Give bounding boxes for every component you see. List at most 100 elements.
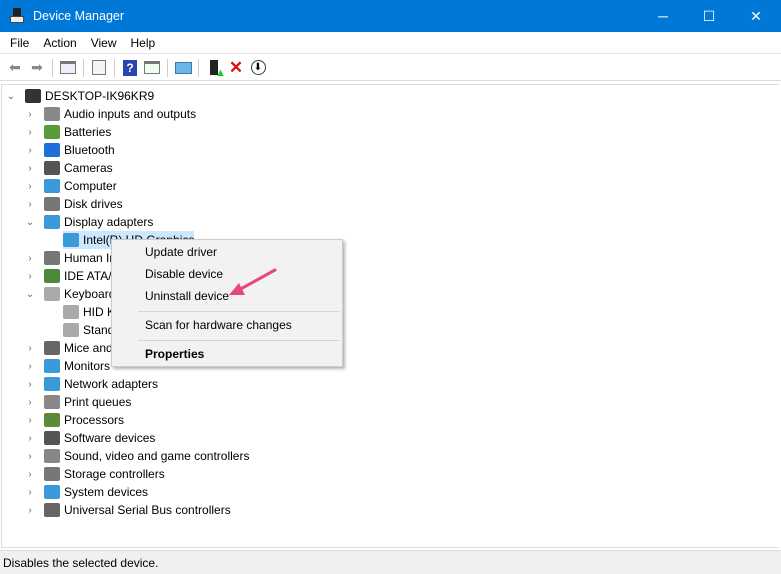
tree-item[interactable]: ⌄ Keyboards [26, 285, 121, 303]
expand-chevron-icon[interactable]: › [24, 163, 36, 174]
tree-item-label: Cameras [64, 161, 113, 175]
uninstall-icon[interactable]: ✕ [225, 58, 247, 78]
tree-item[interactable]: › Sound, video and game controllers [28, 447, 249, 465]
device-category-icon [44, 179, 60, 193]
device-category-icon [44, 197, 60, 211]
expand-chevron-icon[interactable]: › [24, 127, 36, 138]
expand-chevron-icon[interactable]: › [24, 181, 36, 192]
tree-item-label: Processors [64, 413, 125, 427]
expand-chevron-icon[interactable]: › [24, 415, 36, 426]
device-category-icon [44, 485, 60, 499]
expand-chevron-icon[interactable]: › [24, 361, 36, 372]
device-category-icon [44, 143, 60, 157]
device-manager-icon [9, 8, 25, 24]
tree-item-label: Disk drives [64, 197, 123, 211]
tree-item[interactable]: › Storage controllers [28, 465, 165, 483]
window-title: Device Manager [33, 9, 125, 23]
update-driver-icon[interactable]: ▲ [203, 58, 226, 79]
action-pane-icon[interactable] [141, 58, 163, 78]
tree-item[interactable]: › Network adapters [28, 375, 159, 393]
tree-item-label: Network adapters [64, 377, 159, 391]
properties-icon[interactable] [88, 58, 110, 78]
device-category-icon [44, 287, 60, 301]
device-category-icon [44, 449, 60, 463]
device-category-icon [44, 503, 60, 517]
device-category-icon [44, 467, 60, 481]
toolbar: ⬅ ➡ ? ▲ ✕ ⬇ [0, 55, 781, 81]
expand-chevron-icon[interactable]: › [24, 253, 36, 264]
tree-root[interactable]: ⌄ DESKTOP-IK96KR9 [7, 87, 154, 105]
expand-chevron-icon[interactable]: › [24, 397, 36, 408]
expand-chevron-icon[interactable]: › [24, 199, 36, 210]
device-category-icon [44, 161, 60, 175]
menu-item-disable-device[interactable]: Disable device [145, 267, 223, 281]
tree-item-label: Display adapters [64, 215, 154, 229]
forward-icon[interactable]: ➡ [26, 58, 48, 78]
device-category-icon [44, 215, 60, 229]
menu-item-uninstall-device[interactable]: Uninstall device [145, 289, 229, 303]
expand-chevron-icon[interactable]: › [24, 379, 36, 390]
title-bar: Device Manager ─ ☐ ✕ [0, 0, 781, 32]
help-icon[interactable]: ? [119, 58, 141, 78]
tree-item-label: System devices [64, 485, 149, 499]
device-category-icon [44, 107, 60, 121]
tree-item[interactable]: › Software devices [28, 429, 155, 447]
collapse-chevron-icon[interactable]: ⌄ [24, 289, 36, 300]
tree-item[interactable]: › Disk drives [28, 195, 123, 213]
device-category-icon [44, 377, 60, 391]
expand-chevron-icon[interactable]: › [24, 433, 36, 444]
tree-item[interactable]: › Monitors [28, 357, 111, 375]
tree-item[interactable]: › Processors [28, 411, 125, 429]
expand-chevron-icon[interactable]: › [24, 505, 36, 516]
expand-chevron-icon[interactable]: › [24, 469, 36, 480]
tree-item[interactable]: › Batteries [28, 123, 111, 141]
show-hide-console-tree-icon[interactable] [57, 58, 79, 78]
device-category-icon [44, 125, 60, 139]
tree-item[interactable]: › Audio inputs and outputs [28, 105, 196, 123]
expand-chevron-icon[interactable]: › [24, 145, 36, 156]
device-category-icon [44, 251, 60, 265]
device-category-icon [63, 233, 79, 247]
tree-item[interactable]: › Bluetooth [28, 141, 115, 159]
menu-item-scan-hardware[interactable]: Scan for hardware changes [145, 318, 292, 332]
status-bar: Disables the selected device. [0, 550, 781, 574]
tree-item-label: Storage controllers [64, 467, 165, 481]
tree-item[interactable]: › Print queues [28, 393, 132, 411]
menu-action[interactable]: Action [36, 36, 83, 50]
menu-item-properties[interactable]: Properties [145, 347, 204, 361]
menu-help[interactable]: Help [124, 36, 163, 50]
tree-item[interactable]: ⌄ Display adapters [26, 213, 154, 231]
device-category-icon [44, 269, 60, 283]
device-category-icon [44, 341, 60, 355]
back-icon[interactable]: ⬅ [4, 58, 26, 78]
tree-item-label: Monitors [64, 359, 111, 373]
context-menu: Update driver Disable device Uninstall d… [111, 239, 343, 367]
tree-item[interactable]: › System devices [28, 483, 149, 501]
maximize-button[interactable]: ☐ [686, 0, 732, 32]
scan-hardware-icon[interactable] [172, 58, 194, 78]
device-category-icon [44, 431, 60, 445]
expand-chevron-icon[interactable]: › [24, 451, 36, 462]
menu-bar: File Action View Help [0, 32, 781, 54]
minimize-button[interactable]: ─ [640, 0, 686, 32]
tree-item-label: Universal Serial Bus controllers [64, 503, 231, 517]
tree-item[interactable]: › Universal Serial Bus controllers [28, 501, 231, 519]
device-category-icon [25, 89, 41, 103]
expand-chevron-icon[interactable]: › [24, 343, 36, 354]
expand-chevron-icon[interactable]: › [24, 109, 36, 120]
tree-item[interactable]: › Computer [28, 177, 117, 195]
status-text: Disables the selected device. [3, 555, 159, 570]
device-category-icon [44, 413, 60, 427]
collapse-chevron-icon[interactable]: ⌄ [24, 217, 36, 228]
disable-icon[interactable]: ⬇ [247, 58, 269, 78]
expand-chevron-icon[interactable]: › [24, 487, 36, 498]
collapse-chevron-icon[interactable]: ⌄ [5, 91, 17, 102]
close-button[interactable]: ✕ [733, 0, 779, 32]
tree-item[interactable]: › Cameras [28, 159, 113, 177]
menu-view[interactable]: View [84, 36, 124, 50]
menu-item-update-driver[interactable]: Update driver [145, 245, 217, 259]
tree-item-label: Print queues [64, 395, 132, 409]
menu-file[interactable]: File [0, 36, 36, 50]
device-category-icon [44, 395, 60, 409]
expand-chevron-icon[interactable]: › [24, 271, 36, 282]
